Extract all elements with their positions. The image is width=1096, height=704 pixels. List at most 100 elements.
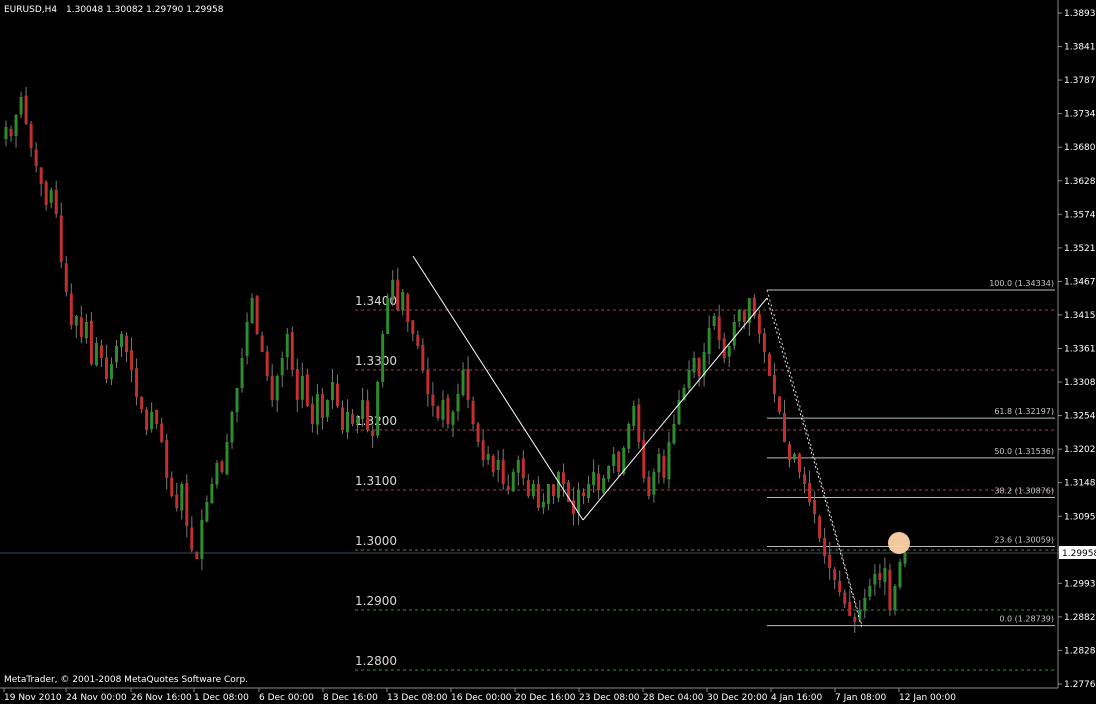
candle-body bbox=[180, 484, 184, 511]
candle-body bbox=[883, 568, 887, 583]
x-tick-label: 16 Dec 00:00 bbox=[451, 693, 512, 703]
y-tick-label: 1.36805 bbox=[1064, 143, 1096, 153]
candle-body bbox=[9, 128, 13, 136]
y-tick-label: 1.31480 bbox=[1064, 479, 1096, 489]
candle-body bbox=[707, 328, 711, 354]
y-tick-label: 1.30955 bbox=[1064, 512, 1096, 522]
candle-body bbox=[793, 454, 797, 460]
candle-body bbox=[109, 364, 113, 380]
candle-body bbox=[230, 412, 234, 443]
candle-body bbox=[798, 454, 802, 472]
candle-body bbox=[727, 346, 731, 357]
candle-body bbox=[381, 334, 385, 383]
candle-body bbox=[235, 388, 239, 413]
candle-body bbox=[777, 396, 781, 412]
candle-body bbox=[697, 357, 701, 376]
fib-level-label: 38.2 (1.30876) bbox=[994, 486, 1054, 495]
candle-body bbox=[838, 580, 842, 592]
candle-body bbox=[396, 279, 400, 310]
y-tick-label: 1.35740 bbox=[1064, 210, 1096, 220]
candle-body bbox=[225, 442, 229, 475]
candle-body bbox=[516, 460, 520, 473]
y-tick-label: 1.38410 bbox=[1064, 43, 1096, 53]
x-tick-label: 6 Dec 00:00 bbox=[259, 693, 314, 703]
candle-body bbox=[787, 444, 791, 460]
candle-body bbox=[351, 414, 355, 424]
candle-body bbox=[64, 263, 68, 292]
candle-body bbox=[160, 423, 164, 442]
candle-body bbox=[295, 369, 299, 400]
candle-body bbox=[898, 562, 902, 588]
candle-body bbox=[69, 293, 73, 325]
candle-body bbox=[782, 412, 786, 442]
price-chart[interactable]: 1.34001.33001.32001.31001.30001.29001.28… bbox=[0, 0, 1096, 704]
candle-body bbox=[617, 451, 621, 472]
candle-body bbox=[843, 592, 847, 604]
candle-body bbox=[496, 460, 500, 470]
candle-body bbox=[833, 569, 837, 580]
candle-body bbox=[501, 460, 505, 484]
candle-body bbox=[270, 375, 274, 400]
candle-body bbox=[300, 376, 304, 400]
candle-body bbox=[813, 500, 817, 514]
candle-body bbox=[853, 616, 857, 622]
x-tick-label: 20 Dec 16:00 bbox=[515, 693, 576, 703]
candle-body bbox=[602, 478, 606, 493]
candle-body bbox=[848, 601, 852, 616]
candle-body bbox=[662, 455, 666, 478]
candle-body bbox=[692, 358, 696, 373]
candle-body bbox=[340, 407, 344, 430]
current-price-tag: 1.29958 bbox=[1059, 546, 1096, 559]
candle-body bbox=[526, 480, 530, 496]
fib-level-label: 23.6 (1.30059) bbox=[994, 535, 1054, 544]
candle-body bbox=[556, 472, 560, 498]
candle-body bbox=[607, 466, 611, 479]
price-level-label: 1.2800 bbox=[355, 654, 397, 668]
x-tick-label: 23 Dec 08:00 bbox=[579, 693, 640, 703]
y-tick-label: 1.29935 bbox=[1064, 579, 1096, 589]
candle-body bbox=[371, 430, 375, 436]
candle-body bbox=[456, 394, 460, 412]
fib-level-label: 50.0 (1.31536) bbox=[994, 447, 1054, 456]
candle-body bbox=[315, 394, 319, 425]
candle-body bbox=[451, 412, 455, 425]
candle-body bbox=[84, 322, 88, 339]
candle-body bbox=[285, 334, 289, 358]
candle-body bbox=[215, 463, 219, 485]
candle-body bbox=[29, 124, 33, 148]
candle-body bbox=[4, 127, 8, 139]
candle-body bbox=[290, 332, 294, 370]
candle-body bbox=[356, 418, 360, 424]
candle-body bbox=[391, 280, 395, 301]
y-tick-label: 1.34675 bbox=[1064, 277, 1096, 287]
candle-body bbox=[818, 516, 822, 538]
candle-body bbox=[873, 574, 877, 585]
candle-body bbox=[461, 370, 465, 396]
x-tick-label: 26 Nov 16:00 bbox=[131, 693, 192, 703]
candle-body bbox=[627, 424, 631, 449]
candle-body bbox=[89, 320, 93, 364]
y-tick-label: 1.27760 bbox=[1064, 680, 1096, 690]
candle-body bbox=[647, 476, 651, 496]
x-tick-label: 7 Jan 08:00 bbox=[835, 693, 887, 703]
candle-body bbox=[767, 353, 771, 376]
candle-body bbox=[672, 424, 676, 444]
candle-body bbox=[140, 396, 144, 409]
candle-body bbox=[431, 394, 435, 406]
price-level-label: 1.3100 bbox=[355, 474, 397, 488]
copyright-text: MetaTrader, © 2001-2008 MetaQuotes Softw… bbox=[4, 675, 248, 685]
candle-body bbox=[561, 472, 565, 484]
candle-body bbox=[245, 322, 249, 356]
candle-body bbox=[481, 440, 485, 460]
candle-body bbox=[486, 454, 490, 460]
fib-level-label: 0.0 (1.28739) bbox=[999, 615, 1054, 624]
candle-body bbox=[34, 149, 38, 166]
y-tick-label: 1.36280 bbox=[1064, 177, 1096, 187]
candle-body bbox=[546, 484, 550, 504]
candle-body bbox=[200, 520, 204, 559]
candle-body bbox=[210, 484, 214, 504]
y-tick-label: 1.28285 bbox=[1064, 646, 1096, 656]
candle-body bbox=[416, 335, 420, 346]
candle-body bbox=[506, 485, 510, 490]
candle-body bbox=[637, 404, 641, 442]
